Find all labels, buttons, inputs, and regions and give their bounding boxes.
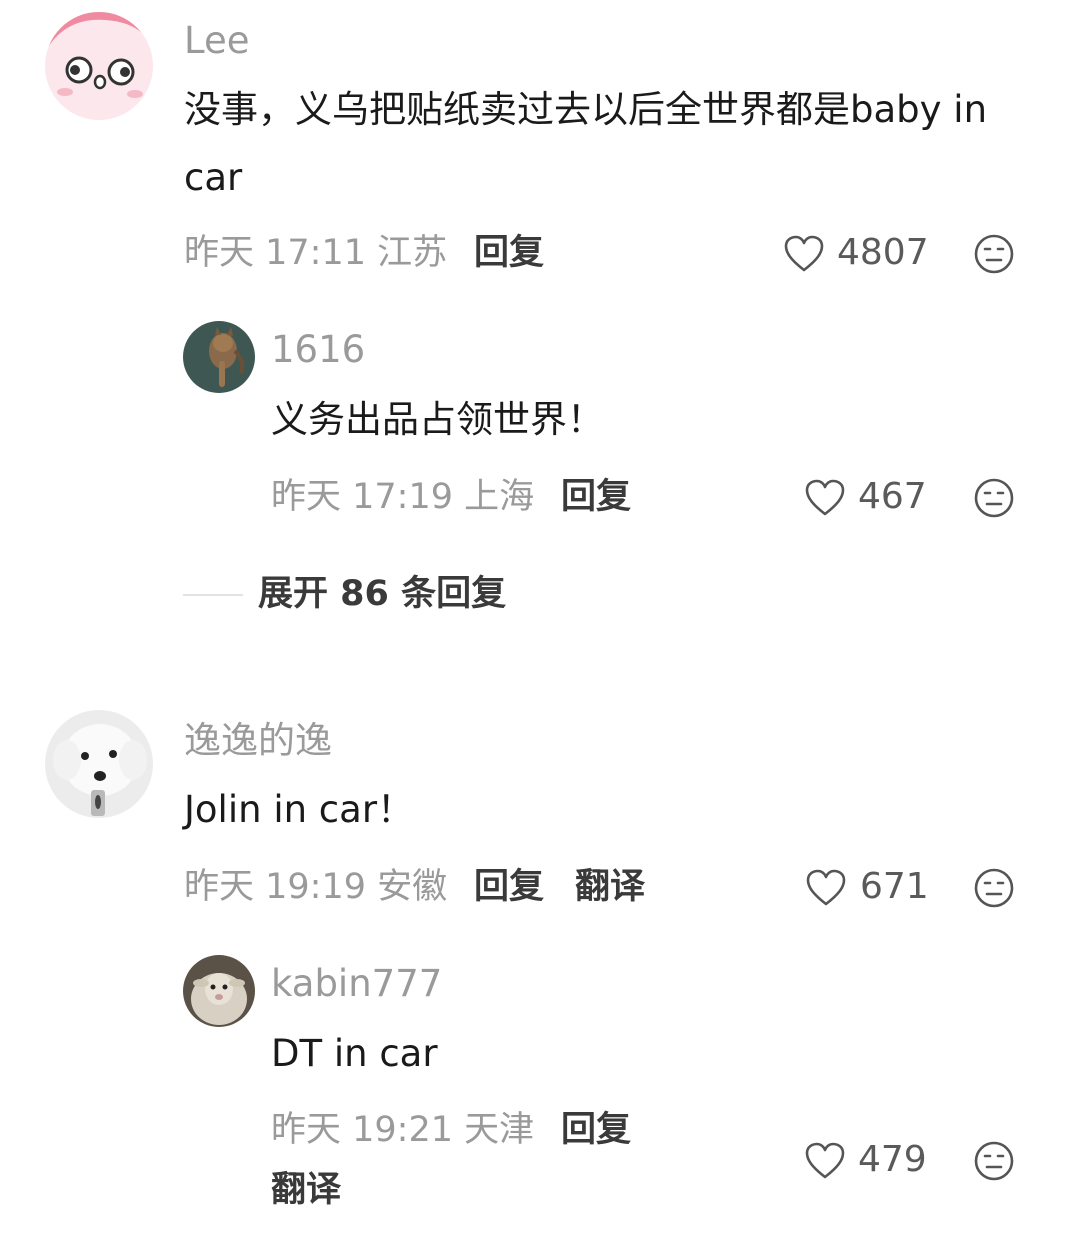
translate-button[interactable]: 翻译 xyxy=(575,870,645,905)
comment-content: 没事，义乌把贴纸卖过去以后全世界都是baby in car xyxy=(184,88,988,199)
dislike-face-icon[interactable] xyxy=(973,1140,1015,1182)
comment-username[interactable]: Lee xyxy=(184,22,250,59)
avatar-lee[interactable] xyxy=(45,12,153,120)
comment-meta: 昨天 19:19 安徽 xyxy=(184,867,448,907)
avatar-1616[interactable] xyxy=(183,321,255,393)
reply-meta: 昨天 19:21 天津 xyxy=(271,1110,535,1150)
reply-content: DT in car xyxy=(271,1032,438,1075)
white-dog-photo-icon xyxy=(45,710,153,818)
comment-meta: 昨天 17:11 江苏 xyxy=(184,233,448,273)
translate-button[interactable]: 翻译 xyxy=(271,1173,341,1208)
expand-replies-button[interactable]: 展开 86 条回复 xyxy=(258,577,506,612)
cat-photo-icon xyxy=(183,321,255,393)
like-count: 671 xyxy=(860,866,929,907)
reply-meta: 昨天 17:19 上海 xyxy=(271,477,535,517)
comment-username[interactable]: 逸逸的逸 xyxy=(184,722,332,759)
comment-content: Jolin in car！ xyxy=(184,788,415,831)
heart-icon[interactable] xyxy=(783,234,825,274)
avatar-yiyi[interactable] xyxy=(45,710,153,818)
like-count: 4807 xyxy=(837,232,929,273)
heart-icon[interactable] xyxy=(805,868,847,908)
reply-button[interactable]: 回复 xyxy=(561,1113,631,1148)
reply-button[interactable]: 回复 xyxy=(474,236,544,271)
heart-icon[interactable] xyxy=(804,1141,846,1181)
like-count: 479 xyxy=(858,1139,927,1180)
pink-cartoon-face-icon xyxy=(45,12,153,120)
like-count: 467 xyxy=(858,476,927,517)
heart-icon[interactable] xyxy=(804,478,846,518)
reply-username[interactable]: kabin777 xyxy=(271,965,442,1002)
reply-button[interactable]: 回复 xyxy=(474,870,544,905)
dislike-face-icon[interactable] xyxy=(973,233,1015,275)
reply-button[interactable]: 回复 xyxy=(561,480,631,515)
reply-content: 义务出品占领世界！ xyxy=(271,398,604,441)
dislike-face-icon[interactable] xyxy=(973,477,1015,519)
dislike-face-icon[interactable] xyxy=(973,867,1015,909)
expand-divider xyxy=(183,594,243,596)
avatar-kabin777[interactable] xyxy=(183,955,255,1027)
sheep-photo-icon xyxy=(183,955,255,1027)
reply-username[interactable]: 1616 xyxy=(271,331,365,368)
